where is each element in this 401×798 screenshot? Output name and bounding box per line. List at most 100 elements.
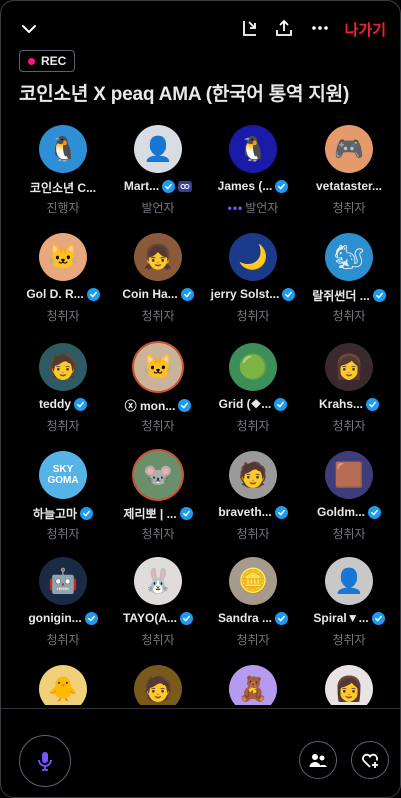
participant-card[interactable]: 🐧 James (... ••• 발언자 [205, 125, 301, 225]
role-label: 청취자 [46, 419, 80, 433]
participant-name-row: Gol D. R... [15, 287, 111, 301]
leave-button[interactable]: 나가기 [345, 19, 386, 40]
participant-card[interactable]: 👩 Krahs... 청취자 [301, 343, 397, 443]
chevron-down-icon [22, 25, 36, 33]
dock-button[interactable] [237, 15, 263, 41]
participant-name-row: teddy [15, 397, 111, 411]
avatar[interactable]: 🐥 [39, 665, 87, 705]
participant-card[interactable]: 🐰 TAYO(A... 청취자 [110, 557, 206, 657]
role-label: 청취자 [236, 419, 270, 433]
participant-card[interactable]: 🐱 ⓧ mon... 청취자 [110, 343, 206, 443]
participant-card[interactable]: 🐭 제리뽀 | ... 청취자 [110, 451, 206, 551]
avatar[interactable]: 🟫 [325, 451, 373, 499]
avatar[interactable]: 👩 [325, 343, 373, 391]
participant-card[interactable]: 👧 Coin Ha... 청취자 [110, 233, 206, 333]
participant-card[interactable]: 👤 Mart... 발언자 [110, 125, 206, 225]
role-label: 청취자 [332, 633, 366, 647]
participant-card[interactable]: 🟫 Goldm... 청취자 [301, 451, 397, 551]
participant-card[interactable]: 🐥 [15, 665, 111, 705]
avatar[interactable]: 🤖 [39, 557, 87, 605]
participant-name-row: 제리뽀 | ... [110, 505, 206, 522]
participant-card[interactable]: 🎮 vetataster... 청취자 [301, 125, 397, 225]
participant-card[interactable]: 🧑 [110, 665, 206, 705]
avatar[interactable]: 🧸 [229, 665, 277, 705]
avatar[interactable]: 🧑 [39, 343, 87, 391]
role-label: 발언자 [245, 201, 279, 215]
avatar[interactable]: 🐧 [39, 125, 87, 173]
avatar[interactable]: 👤 [134, 125, 182, 173]
participant-card[interactable]: SKY GOMA 하늘고마청취자 [15, 451, 111, 551]
participant-role: 청취자 [15, 307, 111, 324]
participant-role: 발언자 [110, 199, 206, 216]
bottom-bar [1, 708, 400, 797]
rec-dot-icon [28, 57, 35, 65]
avatar[interactable]: 🐿 [325, 233, 373, 281]
participant-name: TAYO(A... [122, 611, 177, 625]
participant-role: 청취자 [301, 307, 397, 324]
more-button[interactable] [307, 15, 333, 41]
verified-badge-icon [86, 287, 100, 301]
participant-role: 청취자 [205, 631, 301, 648]
avatar[interactable]: 🐧 [229, 125, 277, 173]
participant-card[interactable]: 🧑 braveth... 청취자 [205, 451, 301, 551]
avatar[interactable]: 👤 [325, 557, 373, 605]
avatar[interactable]: 🎮 [325, 125, 373, 173]
avatar[interactable]: 🐱 [134, 343, 182, 391]
participant-card[interactable]: 🤖 gonigin... 청취자 [15, 557, 111, 657]
verified-badge-icon [180, 287, 194, 301]
participant-card[interactable]: 🟢 Grid (❖... 청취자 [205, 343, 301, 443]
participants-button[interactable] [299, 741, 337, 779]
avatar[interactable]: SKY GOMA [39, 451, 87, 499]
verified-badge-icon [274, 397, 288, 411]
share-icon [276, 19, 292, 36]
react-button[interactable] [351, 741, 389, 779]
verified-badge-icon [282, 287, 296, 301]
avatar[interactable]: 👩 [325, 665, 373, 705]
avatar[interactable]: 🧑 [134, 665, 182, 705]
mic-button[interactable] [19, 735, 71, 787]
avatar[interactable]: 🟢 [229, 343, 277, 391]
participant-name-row: Coin Ha... [110, 287, 206, 301]
avatar[interactable]: 🐭 [134, 451, 182, 499]
participant-name: Spiral▼... [313, 611, 369, 625]
participant-name: Sandra ... [217, 611, 273, 625]
verified-badge-icon [178, 399, 192, 412]
participant-name-row: 하늘고마 [15, 505, 111, 522]
verified-badge-icon [368, 505, 381, 519]
avatar[interactable]: 🪙 [229, 557, 277, 605]
verified-badge-icon [179, 507, 193, 520]
avatar[interactable]: 🌙 [229, 233, 277, 281]
participant-role: 청취자 [15, 525, 111, 542]
participant-role: 청취자 [205, 307, 301, 324]
participant-role: 청취자 [205, 525, 301, 542]
participant-card[interactable]: 👤 Spiral▼... 청취자 [301, 557, 397, 657]
avatar[interactable]: 🧑 [229, 451, 277, 499]
heart-plus-icon [362, 753, 378, 768]
participant-card[interactable]: 🌙 jerry Solst... 청취자 [205, 233, 301, 333]
avatar[interactable]: 🐰 [134, 557, 182, 605]
participant-name-row: 랄쥐썬더 ... [301, 287, 397, 304]
participant-name: Krahs... [318, 397, 363, 411]
participant-card[interactable]: 🧸 [205, 665, 301, 705]
avatar[interactable]: 👧 [134, 233, 182, 281]
avatar[interactable]: 🐱 [39, 233, 87, 281]
participant-role: 청취자 [15, 417, 111, 434]
role-label: 청취자 [332, 309, 366, 323]
verified-badge-icon [180, 611, 193, 625]
participant-name: braveth... [218, 505, 272, 519]
participant-name-row: Krahs... [301, 397, 397, 411]
participant-name: teddy [38, 397, 71, 411]
participant-card[interactable]: 🐱 Gol D. R... 청취자 [15, 233, 111, 333]
participant-card[interactable]: 🐿 랄쥐썬더 ... 청취자 [301, 233, 397, 333]
participant-name-row: jerry Solst... [205, 287, 301, 301]
participant-role: 청취자 [110, 631, 206, 648]
participant-card[interactable]: 👩 [301, 665, 397, 705]
participant-card[interactable]: 🧑 teddy 청취자 [15, 343, 111, 443]
participant-card[interactable]: 🐧 코인소년 C... 진행자 [15, 125, 111, 225]
participant-name-row: Sandra ... [205, 611, 301, 625]
participant-name-row: TAYO(A... [110, 611, 206, 625]
participant-card[interactable]: 🪙 Sandra ... 청취자 [205, 557, 301, 657]
share-button[interactable] [271, 15, 297, 41]
collapse-button[interactable] [15, 15, 43, 43]
verified-badge-icon [80, 507, 94, 520]
